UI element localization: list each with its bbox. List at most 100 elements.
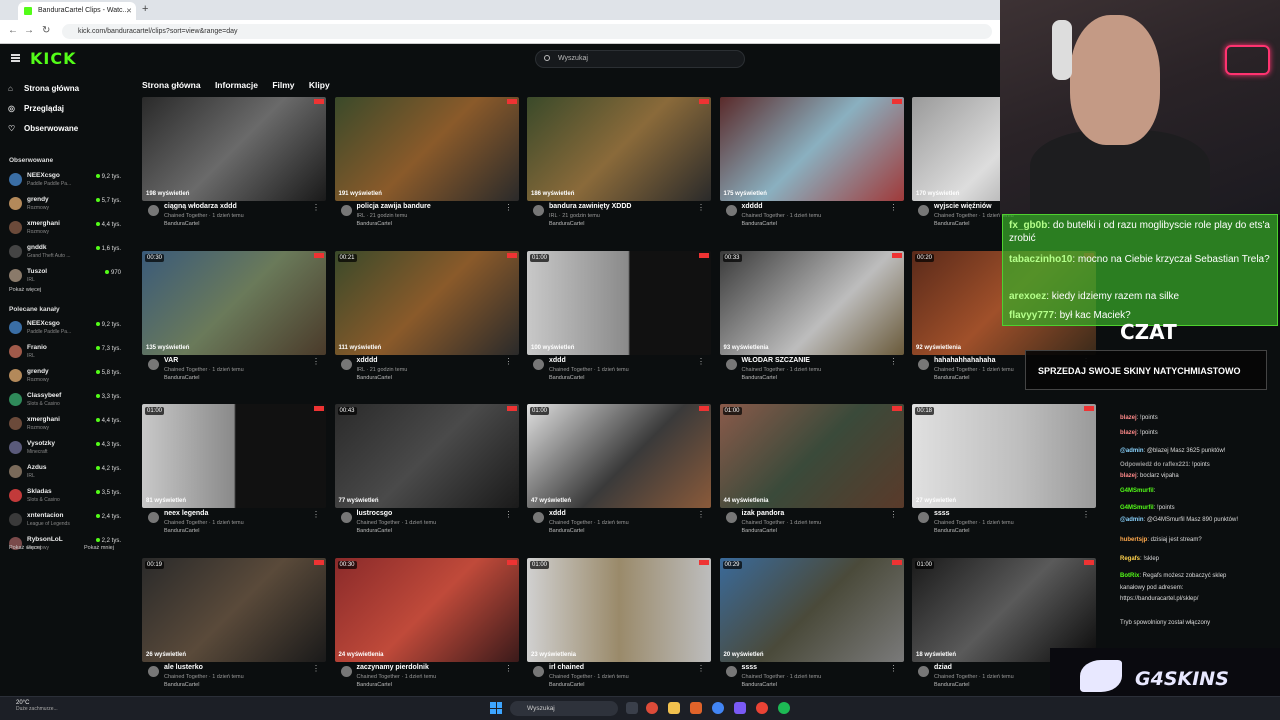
browser-icon[interactable]: [712, 702, 724, 714]
clip-card[interactable]: 175 wyświetleń xdddd Chained Together · 1 …: [719, 97, 904, 235]
channel-avatar[interactable]: [533, 358, 544, 370]
clip-channel[interactable]: BanduraCartel: [549, 221, 584, 227]
chat-username[interactable]: hubertsjp: [1120, 537, 1147, 543]
sidebar-channel[interactable]: gnddk Grand Theft Auto ... 1,6 tys.: [9, 242, 121, 264]
clip-title[interactable]: irl chained: [549, 664, 584, 671]
chat-username[interactable]: BotRix: [1120, 573, 1139, 579]
channel-avatar[interactable]: [918, 205, 929, 216]
tab-home[interactable]: Strona główna: [142, 80, 201, 90]
clip-thumbnail[interactable]: 01:00 44 wyświetlenia: [719, 404, 904, 508]
clip-thumbnail[interactable]: 00:19 26 wyświetleń: [142, 557, 326, 662]
clip-title[interactable]: xdddd: [357, 357, 378, 364]
clip-thumbnail[interactable]: 01:00 81 wyświetleń: [142, 404, 326, 508]
channel-avatar[interactable]: [918, 665, 929, 677]
show-more-recommended[interactable]: Pokaż więcej: [9, 545, 41, 551]
clip-title[interactable]: ciągną włodarza xddd: [164, 203, 237, 210]
more-options-icon[interactable]: ⋮: [890, 664, 898, 673]
clip-channel[interactable]: BanduraCartel: [357, 375, 392, 381]
sidebar-channel[interactable]: grendy Rozmowy 5,7 tys.: [9, 194, 121, 216]
channel-avatar[interactable]: [725, 205, 737, 216]
show-more-followed[interactable]: Pokaż więcej: [9, 287, 41, 293]
chat-username[interactable]: @admin: [1120, 448, 1144, 454]
more-options-icon[interactable]: ⋮: [505, 203, 513, 212]
sidebar-channel[interactable]: xntentacion League of Legends 2,4 tys.: [9, 510, 121, 532]
new-tab-icon[interactable]: +: [142, 3, 148, 15]
clip-thumbnail[interactable]: 00:21 111 wyświetleń: [334, 250, 519, 355]
clip-channel[interactable]: BanduraCartel: [549, 682, 584, 688]
more-options-icon[interactable]: ⋮: [697, 357, 705, 366]
more-options-icon[interactable]: ⋮: [312, 203, 320, 212]
clip-channel[interactable]: BanduraCartel: [164, 375, 199, 381]
sidebar-channel[interactable]: xmerghani Rozmowy 4,4 tys.: [9, 218, 121, 240]
kick-logo[interactable]: KICK: [30, 49, 77, 68]
more-options-icon[interactable]: ⋮: [890, 203, 898, 212]
channel-avatar[interactable]: [918, 512, 929, 523]
clip-thumbnail[interactable]: 01:00 18 wyświetleń: [912, 557, 1096, 662]
browser-tab[interactable]: BanduraCartel Clips - Watc... ✕: [18, 2, 136, 20]
clip-card[interactable]: 01:00 44 wyświetlenia izak pandora Chained …: [719, 404, 904, 542]
channel-avatar[interactable]: [725, 665, 737, 677]
clip-title[interactable]: xddd: [549, 357, 566, 364]
chat-username[interactable]: blazej: [1120, 430, 1137, 436]
sidebar-nav-browse[interactable]: ◎ Przeglądaj: [8, 104, 64, 113]
sidebar-channel[interactable]: Vysotzky Minecraft 4,3 tys.: [9, 438, 121, 460]
clip-title[interactable]: lustrocsgo: [357, 510, 393, 517]
chat-username[interactable]: @admin: [1120, 517, 1144, 523]
windows-start-icon[interactable]: [490, 702, 502, 714]
clip-card[interactable]: 00:30 135 wyświetleń VAR Chained Together ·…: [142, 250, 326, 389]
more-options-icon[interactable]: ⋮: [312, 510, 320, 519]
tab-close-icon[interactable]: ✕: [126, 7, 132, 15]
chat-username[interactable]: G4MSmurfil: [1120, 488, 1154, 494]
channel-avatar[interactable]: [340, 665, 352, 677]
tab-about[interactable]: Informacje: [215, 80, 258, 90]
clip-card[interactable]: 00:29 20 wyświetleń ssss Chained Together ·…: [719, 557, 904, 696]
clip-title[interactable]: bandura zawinięty XDDD: [549, 203, 631, 210]
clip-channel[interactable]: BanduraCartel: [934, 375, 969, 381]
clip-card[interactable]: 00:30 24 wyświetlenia zaczynamy pierdolnik…: [334, 557, 519, 696]
sidebar-nav-following[interactable]: ♡ Obserwowane: [8, 124, 78, 133]
clip-channel[interactable]: BanduraCartel: [164, 682, 199, 688]
clip-channel[interactable]: BanduraCartel: [934, 682, 969, 688]
clip-card[interactable]: 00:21 111 wyświetleń xdddd IRL · 21 godzin …: [334, 250, 519, 389]
clip-channel[interactable]: BanduraCartel: [357, 528, 392, 534]
channel-avatar[interactable]: [533, 205, 544, 216]
clip-thumbnail[interactable]: 00:30 24 wyświetlenia: [334, 557, 519, 662]
more-options-icon[interactable]: ⋮: [697, 203, 705, 212]
clip-card[interactable]: 191 wyświetleń policja zawija bandure IRL …: [334, 97, 519, 235]
clip-title[interactable]: VAR: [164, 357, 178, 364]
app-icon[interactable]: [690, 702, 702, 714]
channel-avatar[interactable]: [533, 512, 544, 523]
clip-thumbnail[interactable]: 00:18 27 wyświetleń: [912, 404, 1096, 508]
channel-avatar[interactable]: [340, 358, 352, 370]
more-options-icon[interactable]: ⋮: [505, 357, 513, 366]
channel-avatar[interactable]: [148, 358, 159, 370]
clip-channel[interactable]: BanduraCartel: [742, 221, 777, 227]
channel-avatar[interactable]: [148, 205, 159, 216]
taskbar-search-input[interactable]: Wyszukaj: [510, 701, 618, 716]
clip-title[interactable]: ale lusterko: [164, 664, 203, 671]
clip-channel[interactable]: BanduraCartel: [357, 221, 392, 227]
sidebar-channel[interactable]: xmerghani Rozmowy 4,4 tys.: [9, 414, 121, 436]
weather-widget[interactable]: 20°C Duże zachmurze...: [16, 700, 58, 712]
channel-avatar[interactable]: [725, 512, 737, 523]
clip-card[interactable]: 00:43 77 wyświetleń lustrocsgo Chained Toge…: [334, 404, 519, 542]
clip-card[interactable]: 00:19 26 wyświetleń ale lusterko Chained To…: [142, 557, 326, 696]
clip-channel[interactable]: BanduraCartel: [934, 528, 969, 534]
clip-title[interactable]: neex legenda: [164, 510, 208, 517]
clip-card[interactable]: 198 wyświetleń ciągną włodarza xddd Chaine…: [142, 97, 326, 235]
clip-thumbnail[interactable]: 01:00 23 wyświetlenia: [527, 557, 711, 662]
menu-icon[interactable]: [11, 54, 20, 62]
clip-thumbnail[interactable]: 191 wyświetleń: [334, 97, 519, 201]
channel-avatar[interactable]: [533, 665, 544, 677]
more-options-icon[interactable]: ⋮: [1082, 510, 1090, 519]
clip-channel[interactable]: BanduraCartel: [742, 528, 777, 534]
url-field[interactable]: kick.com/banduracartel/clips?sort=view&r…: [62, 24, 992, 39]
clip-thumbnail[interactable]: 00:29 20 wyświetleń: [719, 557, 904, 662]
sidebar-channel[interactable]: Franio IRL 7,3 tys.: [9, 342, 121, 364]
tab-clips[interactable]: Klipy: [309, 80, 330, 90]
clip-title[interactable]: zaczynamy pierdolnik: [357, 664, 429, 671]
spotify-icon[interactable]: [778, 702, 790, 714]
sidebar-channel[interactable]: Tuszol IRL 970: [9, 266, 121, 288]
app2-icon[interactable]: [756, 702, 768, 714]
clip-channel[interactable]: BanduraCartel: [164, 528, 199, 534]
